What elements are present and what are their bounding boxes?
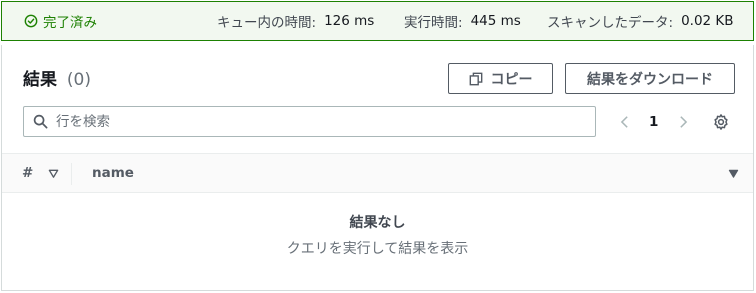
results-count: (0) xyxy=(66,70,92,90)
chevron-left-icon xyxy=(620,115,628,128)
check-circle-icon xyxy=(24,14,38,28)
empty-state-message: クエリを実行して結果を表示 xyxy=(286,241,469,257)
run-time-metric: 実行時間: 445 ms xyxy=(404,2,521,40)
column-header-name[interactable]: name xyxy=(92,165,134,181)
data-scanned-value: 0.02 KB xyxy=(681,13,734,29)
status-completed: 完了済み xyxy=(24,11,97,31)
current-page-number[interactable]: 1 xyxy=(649,106,658,137)
next-page-button[interactable] xyxy=(676,106,690,137)
data-scanned-metric: スキャンしたデータ: 0.02 KB xyxy=(547,2,734,40)
row-search-field[interactable] xyxy=(23,106,596,137)
results-table-header: # name xyxy=(2,153,753,193)
gear-icon[interactable] xyxy=(712,113,730,131)
copy-button[interactable]: コピー xyxy=(448,63,553,94)
empty-state-title: 結果なし xyxy=(349,215,406,231)
queue-time-label: キュー内の時間: xyxy=(217,15,317,31)
run-time-value: 445 ms xyxy=(470,13,521,29)
search-icon xyxy=(33,114,48,129)
sort-down-icon[interactable] xyxy=(728,168,739,179)
column-divider[interactable] xyxy=(71,163,72,185)
row-search-input[interactable] xyxy=(56,113,576,130)
run-time-label: 実行時間: xyxy=(404,15,463,31)
queue-time-value: 126 ms xyxy=(324,13,375,29)
query-status-bar: 完了済み キュー内の時間: 126 ms 実行時間: 445 ms スキャンした… xyxy=(1,1,754,41)
status-label: 完了済み xyxy=(43,15,97,31)
results-panel: 結果 (0) コピー 結果をダウンロード 1 # xyxy=(1,45,754,291)
results-heading: 結果 (0) xyxy=(23,65,91,90)
column-header-index: # xyxy=(22,165,34,181)
copy-icon xyxy=(469,72,482,85)
copy-button-label: コピー xyxy=(490,71,533,88)
download-results-button[interactable]: 結果をダウンロード xyxy=(565,63,735,94)
chevron-right-icon xyxy=(680,115,688,128)
data-scanned-label: スキャンしたデータ: xyxy=(547,15,674,31)
previous-page-button[interactable] xyxy=(618,106,632,137)
queue-time-metric: キュー内の時間: 126 ms xyxy=(217,2,374,40)
results-title: 結果 xyxy=(23,70,57,90)
sort-down-icon[interactable] xyxy=(48,168,59,179)
download-button-label: 結果をダウンロード xyxy=(587,71,713,88)
